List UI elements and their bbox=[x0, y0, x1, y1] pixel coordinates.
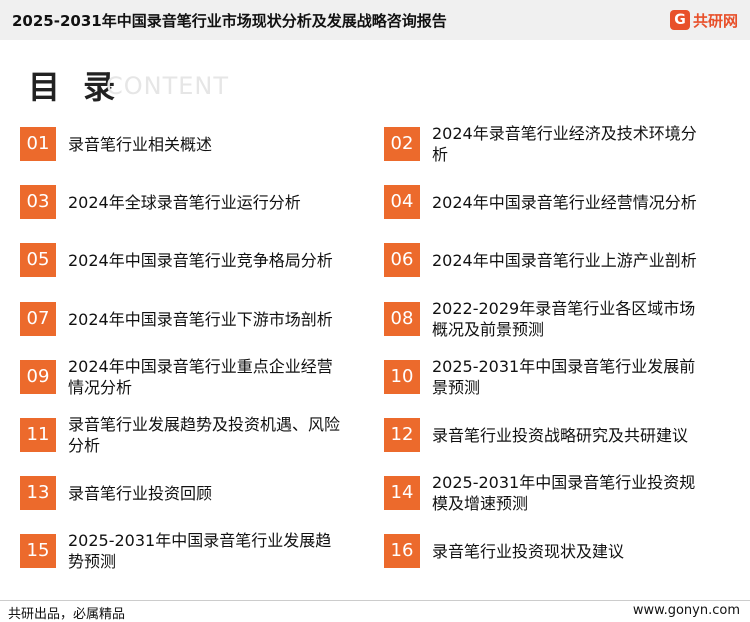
toc-item-16[interactable]: 16 录音笔行业投资现状及建议 bbox=[384, 527, 719, 575]
toc-item-number: 15 bbox=[20, 534, 56, 568]
toc-item-03[interactable]: 03 2024年全球录音笔行业运行分析 bbox=[20, 178, 355, 226]
toc-item-label: 录音笔行业投资回顾 bbox=[68, 483, 213, 503]
brand-name: 共研网 bbox=[692, 11, 738, 30]
toc-item-number: 12 bbox=[384, 418, 420, 452]
toc-item-number: 06 bbox=[384, 243, 420, 277]
toc-item-label: 2024年中国录音笔行业下游市场剖析 bbox=[68, 309, 333, 329]
toc-item-13[interactable]: 13 录音笔行业投资回顾 bbox=[20, 469, 355, 517]
toc-subtitle: CONTENT bbox=[106, 72, 230, 100]
toc-item-label: 录音笔行业发展趋势及投资机遇、风险分析 bbox=[68, 415, 341, 455]
toc-item-number: 07 bbox=[20, 302, 56, 336]
toc-item-number: 02 bbox=[384, 127, 420, 161]
toc-item-label: 2024年中国录音笔行业竞争格局分析 bbox=[68, 250, 333, 270]
toc-item-label: 2024年全球录音笔行业运行分析 bbox=[68, 192, 301, 212]
toc-item-04[interactable]: 04 2024年中国录音笔行业经营情况分析 bbox=[384, 178, 719, 226]
toc-item-12[interactable]: 12 录音笔行业投资战略研究及共研建议 bbox=[384, 411, 719, 459]
toc-item-number: 10 bbox=[384, 360, 420, 394]
toc-item-10[interactable]: 10 2025-2031年中国录音笔行业发展前景预测 bbox=[384, 353, 719, 401]
toc-item-number: 16 bbox=[384, 534, 420, 568]
toc-item-label: 2024年录音笔行业经济及技术环境分析 bbox=[432, 124, 697, 164]
toc-item-label: 2024年中国录音笔行业重点企业经营情况分析 bbox=[68, 357, 333, 397]
toc-item-label: 2024年中国录音笔行业经营情况分析 bbox=[432, 192, 697, 212]
toc-item-number: 09 bbox=[20, 360, 56, 394]
toc-item-07[interactable]: 07 2024年中国录音笔行业下游市场剖析 bbox=[20, 295, 355, 343]
brand-g-icon: G bbox=[669, 10, 690, 30]
toc-item-02[interactable]: 02 2024年录音笔行业经济及技术环境分析 bbox=[384, 120, 719, 168]
toc-item-label: 2022-2029年录音笔行业各区域市场概况及前景预测 bbox=[432, 299, 696, 339]
footer-bar: 共研出品，必属精品 www.gonyn.com bbox=[0, 600, 750, 622]
toc-item-label: 录音笔行业投资现状及建议 bbox=[432, 541, 625, 561]
toc-item-label: 2024年中国录音笔行业上游产业剖析 bbox=[432, 250, 697, 270]
toc-item-14[interactable]: 14 2025-2031年中国录音笔行业投资规模及增速预测 bbox=[384, 469, 719, 517]
toc-item-05[interactable]: 05 2024年中国录音笔行业竞争格局分析 bbox=[20, 236, 355, 284]
footer-slogan: 共研出品，必属精品 bbox=[8, 607, 126, 622]
toc-item-01[interactable]: 01 录音笔行业相关概述 bbox=[20, 120, 355, 168]
toc-item-08[interactable]: 08 2022-2029年录音笔行业各区域市场概况及前景预测 bbox=[384, 295, 719, 343]
toc-item-label: 2025-2031年中国录音笔行业发展前景预测 bbox=[432, 357, 696, 397]
brand-logo: G 共研网 bbox=[669, 9, 738, 31]
toc-item-label: 录音笔行业投资战略研究及共研建议 bbox=[432, 425, 689, 445]
header-bar: 2025-2031年中国录音笔行业市场现状分析及发展战略咨询报告 G 共研网 bbox=[0, 0, 750, 40]
toc-item-number: 03 bbox=[20, 185, 56, 219]
toc-item-label: 2025-2031年中国录音笔行业发展趋势预测 bbox=[68, 531, 332, 571]
toc-item-number: 14 bbox=[384, 476, 420, 510]
toc-item-number: 04 bbox=[384, 185, 420, 219]
footer-url[interactable]: www.gonyn.com bbox=[633, 603, 740, 618]
toc-item-number: 05 bbox=[20, 243, 56, 277]
toc-item-number: 08 bbox=[384, 302, 420, 336]
report-title: 2025-2031年中国录音笔行业市场现状分析及发展战略咨询报告 bbox=[12, 12, 447, 30]
toc-item-06[interactable]: 06 2024年中国录音笔行业上游产业剖析 bbox=[384, 236, 719, 284]
toc-item-label: 2025-2031年中国录音笔行业投资规模及增速预测 bbox=[432, 473, 696, 513]
toc-item-15[interactable]: 15 2025-2031年中国录音笔行业发展趋势预测 bbox=[20, 527, 355, 575]
toc-item-label: 录音笔行业相关概述 bbox=[68, 134, 213, 154]
toc-item-number: 11 bbox=[20, 418, 56, 452]
toc-item-11[interactable]: 11 录音笔行业发展趋势及投资机遇、风险分析 bbox=[20, 411, 355, 459]
toc-item-number: 01 bbox=[20, 127, 56, 161]
toc-item-09[interactable]: 09 2024年中国录音笔行业重点企业经营情况分析 bbox=[20, 353, 355, 401]
toc-item-number: 13 bbox=[20, 476, 56, 510]
